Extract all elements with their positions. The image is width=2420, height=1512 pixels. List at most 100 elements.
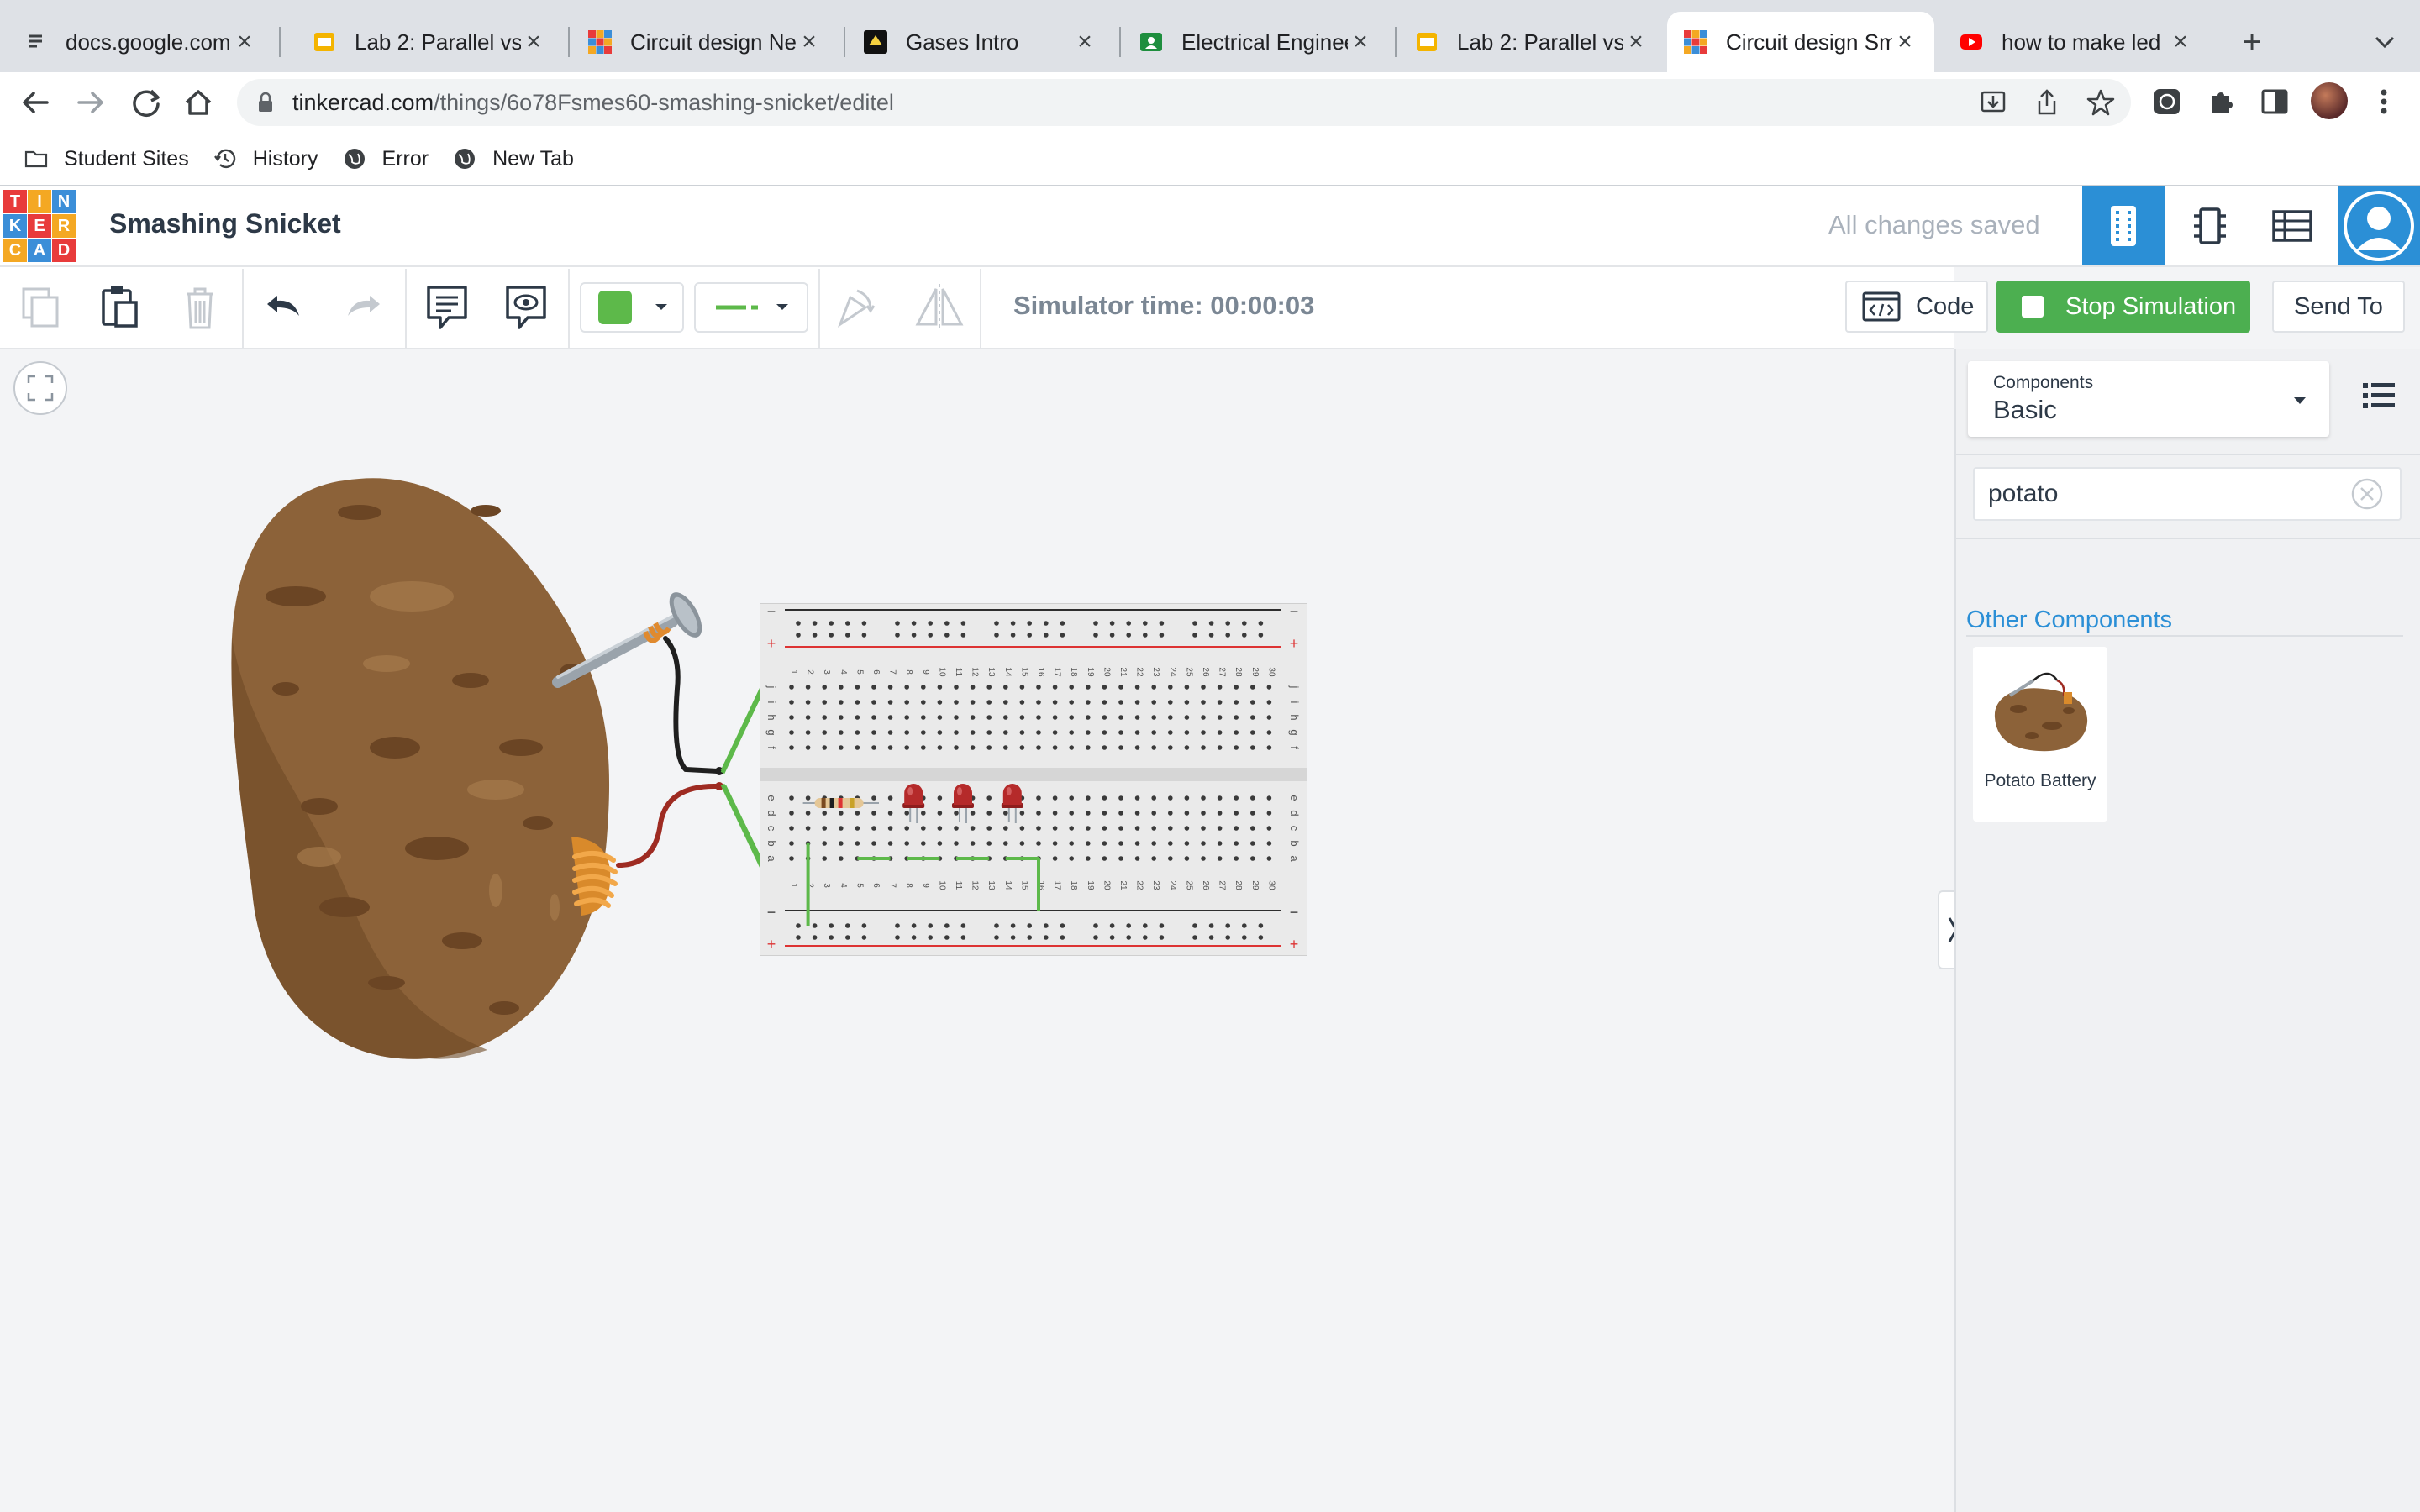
breadboard-hole	[1102, 856, 1107, 861]
url-path: /things/6o78Fsmes60-smashing-snicket/edi…	[434, 90, 894, 115]
wire-type-picker[interactable]	[694, 282, 808, 333]
notes-icon[interactable]	[424, 282, 471, 334]
home-icon[interactable]	[176, 81, 220, 124]
breadboard-hole	[1109, 633, 1115, 638]
send-to-button[interactable]: Send To	[2272, 281, 2405, 333]
breadboard-hole	[1217, 856, 1223, 861]
delete-icon[interactable]	[176, 282, 224, 333]
breadboard-hole	[944, 935, 950, 940]
bookmark-star-icon[interactable]	[2084, 86, 2118, 119]
schematic-view-button[interactable]	[2176, 186, 2244, 265]
browser-tab[interactable]: Gases Intro ×	[847, 12, 1114, 72]
circuit-view-button[interactable]	[2082, 186, 2165, 265]
user-avatar[interactable]	[2338, 186, 2420, 265]
extensions-puzzle-icon[interactable]	[2203, 84, 2238, 119]
panel-divider	[1954, 454, 2420, 455]
chevron-down-icon	[655, 304, 667, 310]
close-icon[interactable]: ×	[232, 28, 257, 56]
logo-letter: C	[3, 239, 27, 262]
install-icon[interactable]	[1976, 86, 2010, 119]
code-button[interactable]: Code	[1845, 281, 1988, 333]
bookmark-history[interactable]: History	[213, 146, 318, 171]
simulator-time: Simulator time: 00:00:03	[1013, 291, 1315, 320]
breadboard-hole	[1109, 621, 1115, 626]
breadboard-hole	[861, 935, 867, 940]
close-icon[interactable]: ×	[521, 28, 546, 56]
breadboard[interactable]: − −+ +− −+ +11223344556677889910101111121213…	[760, 603, 1307, 956]
project-title[interactable]: Smashing Snicket	[109, 208, 341, 239]
breadboard-hole	[944, 923, 950, 928]
close-icon[interactable]: ×	[797, 28, 822, 56]
list-view-icon[interactable]	[2360, 376, 2398, 415]
breadboard-hole	[887, 715, 893, 720]
breadboard-hole	[1250, 811, 1255, 816]
bookmark-error[interactable]: Error	[342, 146, 429, 171]
reload-icon[interactable]	[124, 81, 168, 124]
close-icon[interactable]: ×	[1892, 28, 1918, 56]
new-tab-button[interactable]: +	[2235, 18, 2269, 66]
browser-tab[interactable]: Lab 2: Parallel vs ×	[1398, 12, 1665, 72]
color-picker[interactable]	[580, 282, 684, 333]
bookmark-new-tab[interactable]: New Tab	[452, 146, 574, 171]
browser-menu-icon[interactable]	[2370, 84, 2398, 119]
breadboard-hole	[871, 826, 876, 831]
share-icon[interactable]	[2030, 86, 2064, 119]
column-number: 21	[1118, 880, 1128, 890]
wire-style-icon	[716, 305, 758, 310]
breadboard-hole	[1184, 826, 1190, 831]
extension-screen-icon[interactable]	[2149, 84, 2185, 119]
browser-tab[interactable]: docs.google.com ×	[7, 12, 274, 72]
breadboard-hole	[911, 633, 917, 638]
browser-tab[interactable]: Circuit design Sm ×	[1667, 12, 1934, 72]
profile-avatar[interactable]	[2311, 82, 2348, 119]
breadboard-hole	[1258, 633, 1264, 638]
close-icon[interactable]: ×	[1072, 28, 1097, 56]
breadboard-hole	[1143, 633, 1148, 638]
close-icon[interactable]: ×	[2168, 28, 2193, 56]
breadboard-hole	[970, 700, 976, 705]
browser-tab[interactable]: Lab 2: Parallel vs ×	[296, 12, 563, 72]
components-dropdown[interactable]: Components Basic	[1968, 361, 2329, 437]
breadboard-hole	[871, 700, 876, 705]
tab-search-icon[interactable]	[2368, 25, 2402, 59]
flip-icon[interactable]	[913, 282, 966, 333]
lock-icon[interactable]	[255, 91, 276, 114]
browser-tab[interactable]: Electrical Enginee ×	[1123, 12, 1390, 72]
column-number: 23	[1151, 880, 1160, 890]
breadboard-hole	[1266, 685, 1272, 690]
potato-battery-card[interactable]: Potato Battery	[1973, 647, 2107, 822]
breadboard-hole	[1151, 745, 1156, 750]
component-search-input[interactable]: potato	[1988, 480, 2058, 508]
forward-icon[interactable]	[69, 81, 113, 124]
bookmark-label: Error	[381, 146, 429, 171]
google-classroom-icon	[1139, 30, 1163, 54]
breadboard-hole	[1159, 621, 1165, 626]
send-to-label: Send To	[2294, 292, 2383, 320]
stop-simulation-button[interactable]: Stop Simulation	[1996, 281, 2250, 333]
redo-icon[interactable]	[339, 284, 387, 331]
close-icon[interactable]: ×	[1623, 28, 1649, 56]
paste-icon[interactable]	[96, 282, 143, 333]
red-led	[904, 784, 923, 805]
close-icon[interactable]: ×	[1348, 28, 1373, 56]
undo-icon[interactable]	[260, 284, 308, 331]
row-letter: b	[1288, 840, 1301, 846]
bookmark-student-sites[interactable]: Student Sites	[24, 146, 189, 171]
breadboard-hole	[822, 730, 827, 735]
tinkercad-logo[interactable]: TIN KER CAD	[3, 190, 76, 262]
copy-icon[interactable]	[17, 282, 64, 333]
back-icon[interactable]	[13, 81, 57, 124]
clear-search-icon[interactable]	[2349, 476, 2385, 512]
browser-tab[interactable]: Circuit design Ne ×	[571, 12, 839, 72]
component-search-field[interactable]: potato	[1973, 467, 2402, 521]
column-number: 5	[855, 883, 864, 888]
breadboard-hole	[1027, 633, 1032, 638]
rotate-icon[interactable]	[832, 284, 879, 331]
notes-visibility-icon[interactable]	[502, 282, 550, 334]
browser-tab[interactable]: how to make led ×	[1943, 12, 2210, 72]
tab-title: Lab 2: Parallel vs	[355, 29, 521, 55]
component-list-view-button[interactable]	[2257, 186, 2328, 265]
breadboard-hole	[1010, 935, 1016, 940]
side-panel-icon[interactable]	[2257, 84, 2292, 119]
fit-view-button[interactable]	[13, 361, 67, 415]
